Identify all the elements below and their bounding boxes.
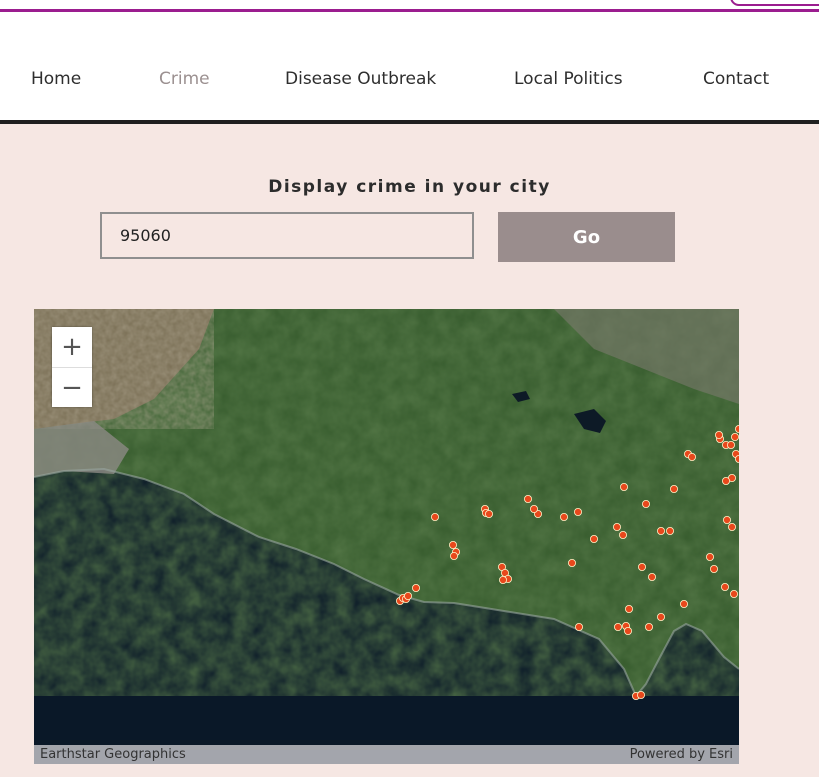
go-button[interactable]: Go [498,212,675,262]
zoom-control: + − [52,327,92,407]
crime-marker[interactable] [735,425,739,433]
crime-marker[interactable] [730,589,739,598]
crime-marker[interactable] [560,512,569,521]
crime-marker[interactable] [728,522,737,531]
crime-marker[interactable] [731,433,739,441]
crime-marker[interactable] [723,515,732,524]
crime-marker[interactable] [642,499,651,508]
nav-home[interactable]: Home [31,69,81,89]
crime-marker[interactable] [715,431,724,440]
crime-marker[interactable] [688,452,697,461]
crime-marker[interactable] [430,512,439,521]
crime-marker[interactable] [721,582,730,591]
crime-marker[interactable] [403,591,412,600]
crime-marker[interactable] [706,552,715,561]
crime-marker[interactable] [638,562,647,571]
crime-marker[interactable] [670,484,679,493]
attribution-bar: Earthstar Geographics Powered by Esri [34,745,739,764]
crime-marker[interactable] [722,476,731,485]
crime-marker[interactable] [645,622,654,631]
attribution-esri[interactable]: Powered by Esri [630,747,733,762]
crime-marker[interactable] [568,558,577,567]
nav-disease-outbreak[interactable]: Disease Outbreak [285,69,436,89]
crime-marker[interactable] [411,583,420,592]
zip-input[interactable] [100,212,474,259]
header-divider [0,120,819,124]
crime-marker[interactable] [574,507,583,516]
crime-marker[interactable] [657,526,666,535]
crime-marker[interactable] [637,690,646,699]
crime-marker[interactable] [619,530,628,539]
crime-marker[interactable] [613,522,622,531]
top-strip [0,0,819,9]
crime-marker[interactable] [590,534,599,543]
search-title: Display crime in your city [268,177,551,197]
crime-map[interactable]: + − Earthstar Geographics Powered by Esr… [34,309,739,764]
plus-icon[interactable]: + [52,327,92,367]
crime-marker[interactable] [448,540,457,549]
crime-marker[interactable] [523,494,532,503]
crime-marker[interactable] [625,604,634,613]
crime-marker[interactable] [648,572,657,581]
crime-marker[interactable] [614,622,623,631]
crime-marker[interactable] [680,599,689,608]
nav-contact[interactable]: Contact [703,69,769,89]
attribution-source: Earthstar Geographics [40,747,186,762]
crime-marker[interactable] [575,622,584,631]
crime-marker[interactable] [449,551,458,560]
nav-crime[interactable]: Crime [159,69,210,89]
crime-marker[interactable] [529,504,538,513]
crime-marker[interactable] [657,612,666,621]
site-header: Home Crime Disease Outbreak Local Politi… [0,12,819,120]
nav-local-politics[interactable]: Local Politics [514,69,623,89]
crime-marker[interactable] [620,482,629,491]
top-right-partial-button[interactable] [730,0,819,6]
crime-marker[interactable] [735,455,739,463]
minus-icon[interactable]: − [52,367,92,408]
map-imagery[interactable] [34,309,739,764]
crime-marker[interactable] [727,440,736,449]
crime-marker[interactable] [710,564,719,573]
crime-marker[interactable] [666,526,675,535]
crime-marker[interactable] [498,575,507,584]
crime-marker[interactable] [624,626,633,635]
crime-marker[interactable] [484,509,493,518]
